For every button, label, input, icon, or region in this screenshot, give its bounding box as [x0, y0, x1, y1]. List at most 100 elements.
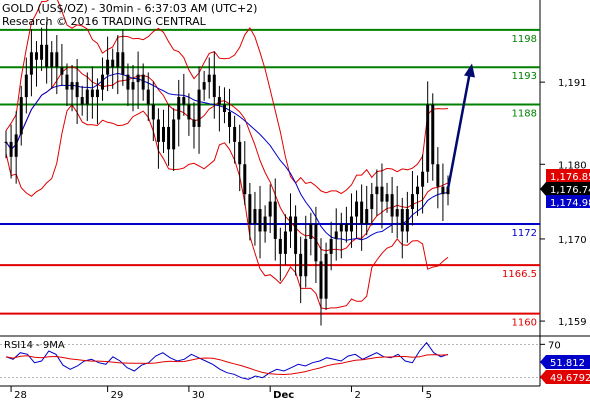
candle-body	[75, 82, 79, 98]
candle-body	[355, 201, 359, 217]
candle-body	[324, 253, 328, 299]
candle-body	[14, 134, 18, 157]
time-tick-label: 28	[14, 390, 27, 400]
candle-body	[248, 194, 252, 224]
candle-body	[197, 89, 201, 127]
candle-body	[136, 74, 140, 83]
candle-body	[101, 74, 105, 90]
candle-body	[34, 52, 38, 60]
candle-body	[441, 186, 445, 195]
candle-body	[146, 89, 150, 105]
rsi-title: RSI14 - 9MA	[4, 340, 65, 351]
candle-body	[400, 209, 404, 232]
candle-body	[278, 238, 282, 254]
candle-body	[50, 52, 54, 68]
candle-body	[319, 261, 323, 299]
candle-body	[95, 89, 99, 98]
candle-body	[172, 119, 176, 150]
candle-body	[314, 224, 318, 262]
candle-body	[4, 141, 8, 143]
candle-body	[161, 126, 165, 142]
candle-body	[126, 74, 130, 90]
candle-body	[431, 104, 435, 165]
candle-body	[116, 52, 120, 68]
candle-body	[9, 141, 13, 157]
candle-body	[45, 44, 49, 68]
candle-body	[55, 52, 59, 68]
candle-body	[289, 216, 293, 232]
candle-body	[167, 126, 171, 150]
candle-body	[131, 82, 135, 90]
candle-body	[334, 231, 338, 239]
candle-body	[192, 119, 196, 127]
candle-body	[141, 74, 145, 90]
candle-body	[222, 104, 226, 112]
candle-body	[395, 209, 399, 217]
price-badge: 1,176.74	[550, 185, 590, 196]
time-tick-label: 2	[354, 390, 360, 400]
candle-body	[85, 89, 89, 105]
candle-body	[299, 253, 303, 277]
candle-body	[390, 194, 394, 217]
candle-body	[233, 126, 237, 142]
price-badge: 1,176.85	[550, 172, 590, 183]
candle-body	[380, 186, 384, 202]
candle-body	[339, 224, 343, 232]
candle-body	[207, 74, 211, 83]
candle-body	[410, 194, 414, 210]
candle-body	[65, 74, 69, 90]
candle-body	[187, 104, 191, 120]
candle-body	[263, 216, 267, 232]
time-tick-label: 29	[111, 390, 124, 400]
rsi-badge: 51.812	[550, 358, 585, 369]
candle-body	[24, 74, 28, 98]
candle-body	[426, 104, 430, 172]
candle-body	[370, 194, 374, 210]
candle-body	[60, 67, 64, 75]
candle-body	[121, 52, 125, 75]
candle-body	[304, 238, 308, 277]
candle-body	[273, 201, 277, 239]
time-tick-label: Dec	[273, 390, 294, 400]
candle-body	[106, 59, 110, 75]
candle-body	[253, 209, 257, 224]
price-tick-label: 1,191	[558, 78, 587, 89]
candle-body	[258, 209, 262, 232]
candle-body	[405, 209, 409, 232]
candle-body	[329, 238, 333, 254]
candle-body	[228, 112, 232, 127]
price-tick-label: 1,170	[558, 235, 587, 246]
candle-body	[217, 97, 221, 105]
candle-body	[283, 231, 287, 254]
candle-body	[111, 59, 115, 68]
candle-body	[344, 224, 348, 232]
candle-body	[416, 186, 420, 195]
level-label: 1198	[512, 34, 537, 45]
level-label: 1166.5	[502, 269, 537, 280]
candle-body	[238, 141, 242, 165]
price-badges: 1,176.85 1,176.74 1,174.98	[540, 169, 590, 209]
price-chart: 1198 1193 1188 1172 1166.5 1160 70 30 51.812 49.…	[0, 0, 590, 400]
candle-body	[365, 209, 369, 224]
price-tick-label: 1,159	[558, 317, 587, 328]
candle-body	[29, 52, 33, 75]
level-label: 1160	[512, 318, 537, 329]
rsi-tick-label: 70	[548, 340, 561, 351]
level-label: 1193	[512, 71, 537, 82]
time-tick-label: 30	[192, 390, 205, 400]
level-label: 1172	[512, 228, 537, 239]
level-label: 1188	[512, 109, 537, 120]
candle-body	[151, 104, 155, 120]
candle-body	[177, 97, 181, 120]
chart-title: GOLD (US$/OZ) - 30min - 6:37:03 AM (UTC+…	[2, 2, 258, 15]
chart-window: 1198 1193 1188 1172 1166.5 1160 70 30 51.812 49.…	[0, 0, 590, 400]
candle-body	[268, 201, 272, 217]
candle-body	[421, 171, 425, 187]
candle-body	[360, 201, 364, 224]
candle-body	[19, 97, 23, 135]
candle-body	[80, 97, 84, 105]
candle-body	[182, 97, 186, 105]
candle-body	[436, 164, 440, 187]
candle-body	[156, 119, 160, 142]
candle-body	[202, 82, 206, 90]
